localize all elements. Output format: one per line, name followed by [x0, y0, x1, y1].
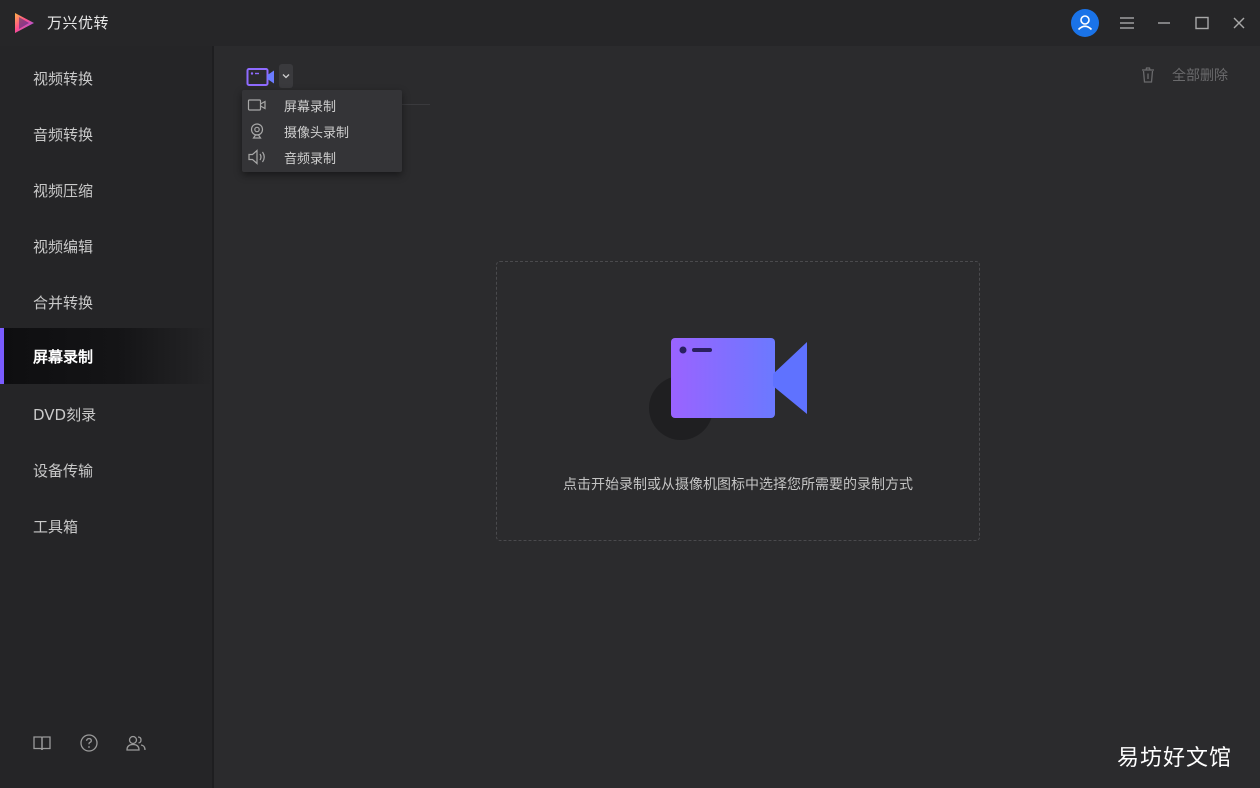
- maximize-icon: [1195, 16, 1209, 30]
- sidebar-item-screen-record[interactable]: 屏幕录制: [0, 328, 212, 384]
- speaker-icon: [247, 147, 267, 167]
- record-mode-menu: 屏幕录制 摄像头录制 音频录制: [242, 90, 402, 172]
- toolbar-divider: [400, 104, 430, 105]
- menu-item-audio-record[interactable]: 音频录制: [242, 144, 402, 170]
- sidebar-item-label: 合并转换: [33, 293, 94, 312]
- sidebar-item-device-transfer[interactable]: 设备传输: [0, 442, 212, 498]
- webcam-icon: [247, 121, 267, 141]
- sidebar-item-label: 设备传输: [33, 461, 94, 480]
- menu-icon: [1120, 17, 1134, 29]
- sidebar-item-label: DVD刻录: [33, 405, 97, 424]
- chevron-down-icon: [282, 74, 290, 79]
- sidebar-item-video-convert[interactable]: 视频转换: [0, 50, 212, 106]
- close-button[interactable]: [1224, 8, 1254, 38]
- delete-all-label: 全部删除: [1172, 68, 1228, 84]
- menu-button[interactable]: [1112, 8, 1142, 38]
- sidebar-item-toolbox[interactable]: 工具箱: [0, 498, 212, 554]
- trash-icon: [1142, 67, 1154, 83]
- watermark-text: 易坊好文馆: [1116, 746, 1232, 771]
- sidebar-item-label: 音频转换: [33, 125, 94, 144]
- minimize-icon: [1158, 22, 1170, 24]
- sidebar-item-label: 视频编辑: [33, 237, 94, 256]
- menu-item-label: 音频录制: [284, 151, 337, 167]
- sidebar-item-label: 视频压缩: [33, 181, 94, 200]
- avatar-icon: [1071, 9, 1099, 37]
- help-icon: [80, 734, 98, 752]
- guide-button[interactable]: [31, 732, 53, 754]
- sidebar-item-video-edit[interactable]: 视频编辑: [0, 218, 212, 274]
- record-button[interactable]: [244, 64, 278, 90]
- video-camera-icon: [246, 68, 274, 86]
- close-icon: [1233, 17, 1245, 29]
- community-icon: [126, 735, 146, 751]
- maximize-button[interactable]: [1187, 8, 1217, 38]
- delete-all-button[interactable]: 全部删除: [1140, 64, 1228, 86]
- title-bar: 万兴优转: [0, 0, 1260, 46]
- video-icon: [247, 95, 267, 115]
- app-title: 万兴优转: [47, 14, 110, 32]
- help-button[interactable]: [78, 732, 100, 754]
- sidebar-item-video-compress[interactable]: 视频压缩: [0, 162, 212, 218]
- menu-item-label: 屏幕录制: [284, 99, 337, 115]
- sidebar-item-label: 屏幕录制: [33, 347, 94, 366]
- sidebar-item-merge[interactable]: 合并转换: [0, 274, 212, 330]
- app-window: 万兴优转 视频转换 音频转换 视频压缩 视频编辑 合并转换 屏幕录制 DVD刻录…: [0, 0, 1260, 788]
- recording-drop-zone[interactable]: 点击开始录制或从摄像机图标中选择您所需要的录制方式: [496, 261, 980, 541]
- minimize-button[interactable]: [1149, 8, 1179, 38]
- sidebar-item-dvd-burn[interactable]: DVD刻录: [0, 386, 212, 442]
- account-button[interactable]: [1070, 8, 1100, 38]
- community-button[interactable]: [125, 732, 147, 754]
- app-logo-icon: [15, 13, 34, 33]
- menu-item-screen-record[interactable]: 屏幕录制: [242, 92, 402, 118]
- record-dropdown-toggle[interactable]: [279, 64, 293, 88]
- sidebar-item-label: 工具箱: [33, 517, 79, 536]
- sidebar-item-audio-convert[interactable]: 音频转换: [0, 106, 212, 162]
- sidebar-item-label: 视频转换: [33, 69, 94, 88]
- drop-zone-hint: 点击开始录制或从摄像机图标中选择您所需要的录制方式: [563, 477, 913, 493]
- menu-item-label: 摄像头录制: [284, 125, 350, 141]
- guide-book-icon: [33, 736, 51, 751]
- recording-camera-icon: [649, 338, 807, 440]
- sidebar: 视频转换 音频转换 视频压缩 视频编辑 合并转换 屏幕录制 DVD刻录 设备传输…: [0, 46, 212, 788]
- menu-item-webcam-record[interactable]: 摄像头录制: [242, 118, 402, 144]
